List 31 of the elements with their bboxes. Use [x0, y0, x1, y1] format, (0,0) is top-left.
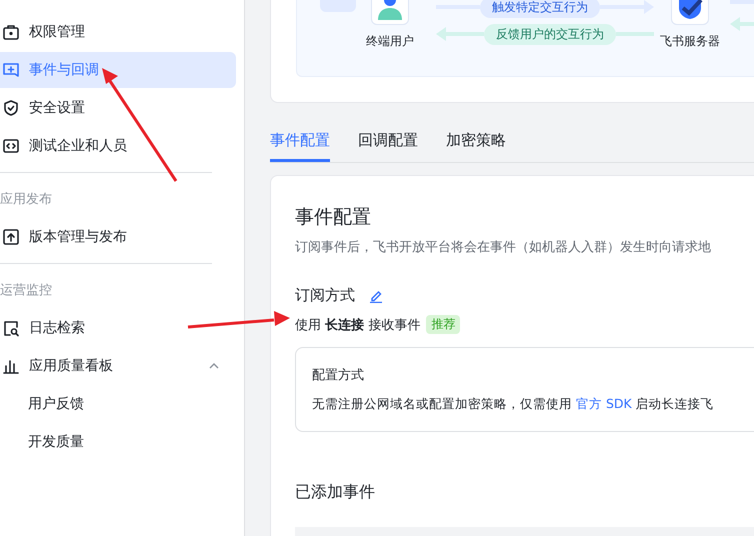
description: 订阅事件后，飞书开放平台将会在事件（如机器人入群）发生时向请求地 [295, 239, 712, 256]
tab[interactable]: 回调配置 [358, 125, 418, 162]
edit-icon[interactable] [369, 288, 383, 302]
code-icon [2, 137, 20, 155]
shield-icon [2, 99, 20, 117]
tab[interactable]: 事件配置 [270, 125, 330, 162]
server-label: 飞书服务器 [660, 33, 720, 50]
subsection-title: 已添加事件 [295, 482, 376, 503]
sidebar-item[interactable]: 事件与回调 [0, 52, 236, 88]
tab[interactable]: 加密策略 [446, 125, 506, 162]
sidebar-subitem[interactable]: 开发质量 [0, 424, 236, 460]
sidebar-subitem[interactable]: 用户反馈 [0, 386, 236, 422]
sidebar-item[interactable]: 权限管理 [0, 14, 236, 50]
sidebar-item[interactable]: 应用质量看板 [0, 348, 236, 384]
info-text: 无需注册公网域名或配置加密策略，仅需使用 官方 SDK 启动长连接飞 [312, 396, 715, 413]
section-title: 事件配置 [295, 205, 372, 230]
info-title: 配置方式 [312, 367, 365, 384]
subsection-title: 订阅方式 [295, 286, 355, 305]
sidebar-item[interactable]: 版本管理与发布 [0, 219, 236, 255]
upload-icon [2, 228, 20, 246]
sdk-link[interactable]: 官方 SDK [576, 396, 632, 411]
sidebar-item[interactable]: 安全设置 [0, 90, 236, 126]
document-search-icon [2, 319, 20, 337]
recommended-tag: 推荐 [426, 315, 460, 334]
group-label: 应用发布 [0, 191, 53, 209]
group-label: 运营监控 [0, 282, 53, 300]
mode-text: 使用 长连接 接收事件 [295, 316, 420, 334]
sidebar-item[interactable]: 测试企业和人员 [0, 128, 236, 164]
sidebar-item[interactable]: 日志检索 [0, 310, 236, 346]
user-label: 终端用户 [366, 33, 414, 50]
briefcase-icon [2, 23, 20, 41]
